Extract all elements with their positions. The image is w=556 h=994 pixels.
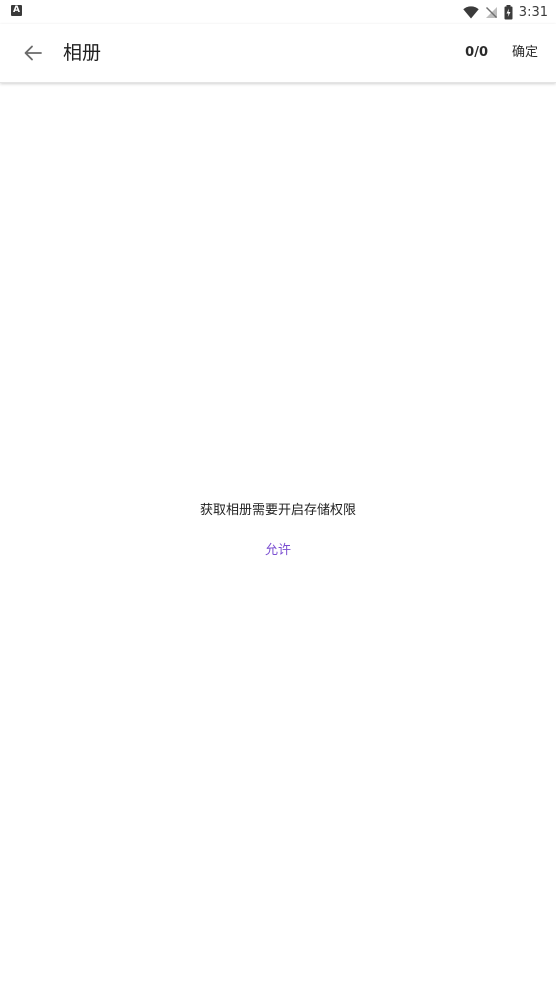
screen: A 3:31 相册 0/0 确定 获取相册需要开启存储权限 允许: [0, 0, 556, 994]
arrow-left-icon: [24, 45, 42, 61]
selection-counter: 0/0: [465, 45, 488, 60]
status-time: 3:31: [518, 4, 548, 20]
a-icon: A: [11, 5, 22, 16]
status-icons: 3:31: [463, 2, 548, 22]
status-bar: A 3:31: [0, 0, 556, 24]
confirm-button[interactable]: 确定: [512, 43, 538, 63]
no-signal-icon: [485, 6, 498, 19]
main-content: 获取相册需要开启存储权限 允许: [0, 83, 556, 994]
back-button[interactable]: [18, 38, 48, 68]
wifi-icon: [463, 5, 479, 19]
app-bar: 相册 0/0 确定: [0, 24, 556, 83]
page-title: 相册: [63, 42, 102, 64]
allow-button[interactable]: 允许: [248, 539, 308, 563]
battery-charging-icon: [504, 4, 513, 20]
permission-message: 获取相册需要开启存储权限: [199, 503, 356, 518]
notification-letter: A: [13, 5, 20, 15]
